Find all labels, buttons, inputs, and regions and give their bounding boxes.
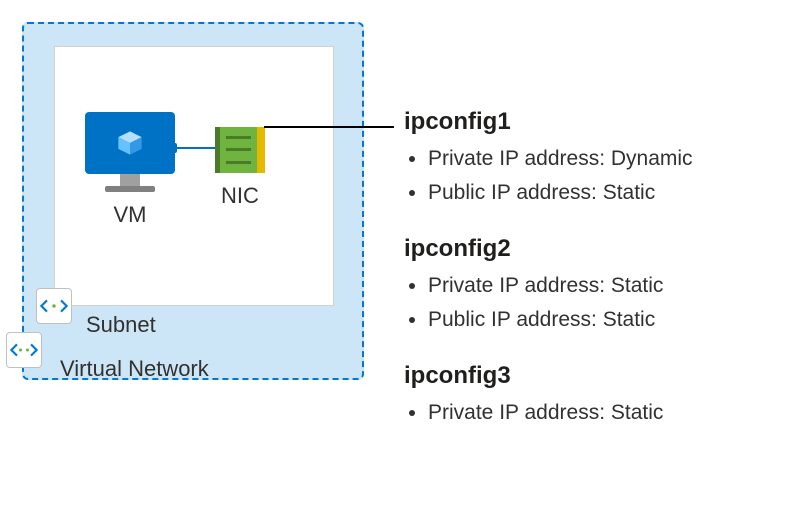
nic-group: NIC <box>215 127 265 209</box>
subnet-icon <box>36 288 72 324</box>
ipconfig1-block: ipconfig1 Private IP address: Dynamic Pu… <box>404 108 794 209</box>
ipconfig2-item: Public IP address: Static <box>428 303 794 337</box>
vm-base <box>105 186 155 192</box>
subnet-box: VM NIC <box>54 46 334 306</box>
nic-icon <box>215 127 265 173</box>
ipconfig1-item: Private IP address: Dynamic <box>428 142 794 176</box>
virtual-network-label: Virtual Network <box>60 356 209 382</box>
ipconfig3-block: ipconfig3 Private IP address: Static <box>404 362 794 430</box>
ipconfig2-title: ipconfig2 <box>404 235 794 263</box>
subnet-label: Subnet <box>86 312 156 338</box>
vnet-glyph-icon <box>40 297 68 315</box>
ipconfig2-item: Private IP address: Static <box>428 269 794 303</box>
virtual-network-box: VM NIC Subnet Virtual Network <box>22 22 364 380</box>
pointer-line <box>264 126 394 128</box>
vm-stand <box>120 174 140 186</box>
vm-nic-wire <box>175 147 217 149</box>
vm-label: VM <box>85 202 175 228</box>
vnet-glyph-icon <box>10 341 38 359</box>
virtual-network-icon <box>6 332 42 368</box>
vm-group: VM <box>85 112 175 228</box>
ipconfig1-item: Public IP address: Static <box>428 176 794 210</box>
ipconfig-details: ipconfig1 Private IP address: Dynamic Pu… <box>404 108 794 456</box>
ipconfig3-item: Private IP address: Static <box>428 396 794 430</box>
ipconfig1-title: ipconfig1 <box>404 108 794 136</box>
ipconfig2-block: ipconfig2 Private IP address: Static Pub… <box>404 235 794 336</box>
nic-label: NIC <box>215 183 265 209</box>
ipconfig3-title: ipconfig3 <box>404 362 794 390</box>
vm-icon <box>85 112 175 174</box>
cube-icon <box>116 129 144 157</box>
